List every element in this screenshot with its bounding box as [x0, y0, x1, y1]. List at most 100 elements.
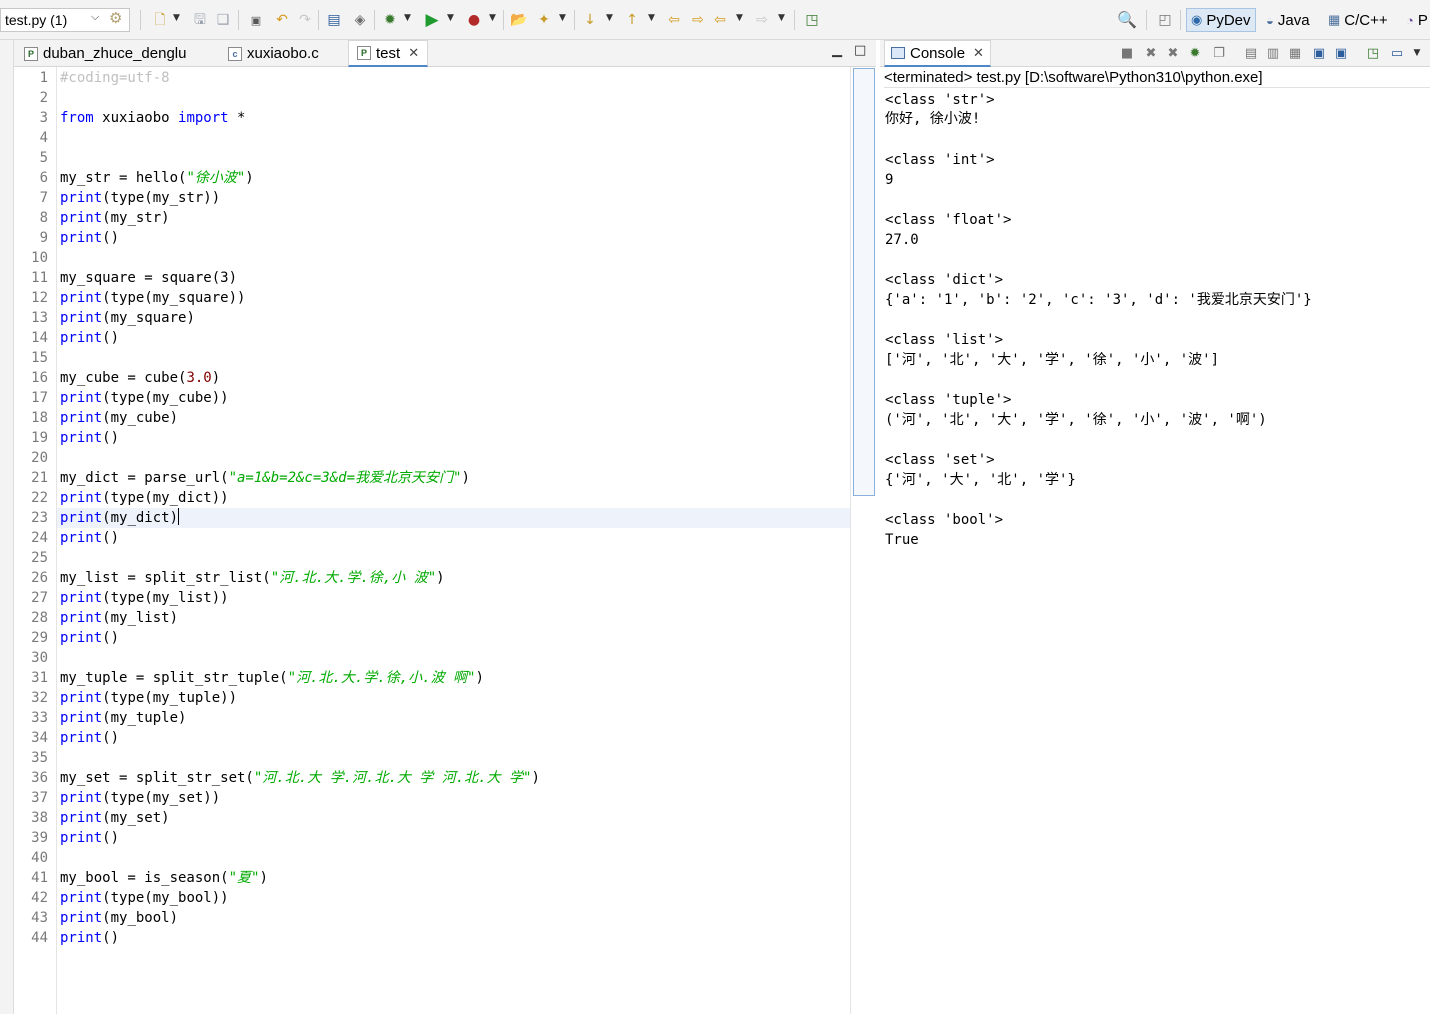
- tab-console[interactable]: Console ✕: [884, 40, 991, 67]
- close-icon[interactable]: ✕: [408, 45, 419, 61]
- output-line: True: [885, 532, 919, 548]
- package-icon[interactable]: ◈: [350, 10, 370, 30]
- code-line: print(my_tuple): [60, 710, 187, 726]
- remove-launch-icon[interactable]: ✖: [1142, 44, 1160, 62]
- save-icon[interactable]: 🖫: [190, 10, 210, 30]
- clear-console-icon[interactable]: ▤: [1242, 44, 1260, 62]
- open-folder-icon[interactable]: 📂: [509, 10, 529, 30]
- code-line: print(): [60, 530, 120, 546]
- new-file-icon[interactable]: 🗋: [150, 10, 170, 30]
- code-line: print(my_square): [60, 310, 195, 326]
- forward-edit-icon[interactable]: ⇨: [688, 10, 708, 30]
- prev-annotation-icon[interactable]: ↑: [622, 10, 642, 30]
- output-line: <class 'int'>: [885, 152, 995, 168]
- debug-icon[interactable]: ✹: [380, 10, 400, 30]
- chevron-down-icon[interactable]: ▼: [736, 13, 743, 23]
- scrollbar-thumb[interactable]: [853, 68, 875, 496]
- code-line: my_list = split_str_list("河.北.大.学.徐,小 波"…: [60, 570, 445, 586]
- line-number: 11: [31, 270, 48, 286]
- tab-duban-zhuce-denglu[interactable]: P duban_zhuce_denglu: [16, 40, 186, 67]
- remove-all-icon[interactable]: ✖: [1164, 44, 1182, 62]
- line-number: 15: [31, 350, 48, 366]
- open-perspective-icon[interactable]: ◰: [1155, 10, 1175, 30]
- display-console-icon[interactable]: ▭: [1388, 44, 1406, 62]
- save-all-icon[interactable]: ❑: [213, 10, 233, 30]
- terminal-icon[interactable]: ▤: [324, 10, 344, 30]
- text-caret: [178, 508, 180, 525]
- line-number: 13: [31, 310, 48, 326]
- line-number: 22: [31, 490, 48, 506]
- back-icon[interactable]: ⇦: [710, 10, 730, 30]
- chevron-down-icon[interactable]: ▼: [606, 13, 613, 23]
- code-line: print(): [60, 730, 120, 746]
- show-on-error-icon[interactable]: ▣: [1332, 44, 1350, 62]
- search-icon[interactable]: 🔍: [1117, 10, 1137, 30]
- show-on-output-icon[interactable]: ▣: [1310, 44, 1328, 62]
- code-line: print(type(my_cube)): [60, 390, 229, 406]
- maximize-icon[interactable]: □: [854, 43, 866, 58]
- output-line: <class 'float'>: [885, 212, 1012, 228]
- output-line: ('河', '北', '大', '学', '徐', '小', '波', '啊'): [885, 412, 1267, 428]
- undo-icon[interactable]: ↶: [272, 10, 292, 30]
- line-number: 10: [31, 250, 48, 266]
- run-icon[interactable]: ▶: [422, 10, 442, 30]
- forward-icon[interactable]: ⇨: [752, 10, 772, 30]
- close-icon[interactable]: ✕: [973, 45, 984, 61]
- next-annotation-icon[interactable]: ↓: [580, 10, 600, 30]
- editor-scrollbar[interactable]: [850, 67, 876, 1014]
- code-line: my_dict = parse_url("a=1&b=2&c=3&d=我爱北京天…: [60, 470, 470, 486]
- copy-icon[interactable]: ❐: [1210, 44, 1228, 62]
- line-number: 7: [39, 190, 48, 206]
- console-tab-bar: Console ✕ ■ ✖ ✖ ✹ ❐ ▤ ▥ ▦ ▣ ▣ ◳ ▭ ▼: [880, 40, 1430, 67]
- perspective-java[interactable]: ◒ Java: [1262, 8, 1314, 32]
- perspective-pydev[interactable]: ◉ PyDev: [1186, 8, 1256, 32]
- code-editor[interactable]: 1 2 3 4 5 6 7 8 9 10 11 12 13 14 15 16 1…: [14, 67, 876, 1014]
- coverage-icon[interactable]: ●: [464, 10, 484, 30]
- wand-icon[interactable]: ✦: [534, 10, 554, 30]
- word-wrap-icon[interactable]: ▦: [1286, 44, 1304, 62]
- code-line-current: print(my_dict): [60, 508, 180, 526]
- gear-icon[interactable]: ⚙: [109, 9, 122, 27]
- line-number: 43: [31, 910, 48, 926]
- minimize-icon[interactable]: ▁: [832, 43, 842, 58]
- toolbar-separator: [318, 10, 319, 30]
- chevron-down-icon[interactable]: ▼: [173, 13, 180, 23]
- perspective-cpp[interactable]: ▦ C/C++: [1324, 8, 1392, 32]
- output-line: <class 'dict'>: [885, 272, 1004, 288]
- tab-test[interactable]: P test ✕: [348, 40, 428, 67]
- pin-console-icon[interactable]: ◳: [1364, 44, 1382, 62]
- run-config-selector[interactable]: test.py (1) ⌵ ⚙: [0, 8, 130, 32]
- chevron-down-icon[interactable]: ▼: [489, 13, 496, 23]
- chevron-down-icon[interactable]: ▼: [648, 13, 655, 23]
- perspective-other[interactable]: ◔ P: [1402, 8, 1430, 32]
- redo-icon[interactable]: ↷: [295, 10, 315, 30]
- last-edit-icon[interactable]: ⇦: [664, 10, 684, 30]
- output-line: <class 'list'>: [885, 332, 1004, 348]
- scroll-lock-icon[interactable]: ▥: [1264, 44, 1282, 62]
- code-line: my_cube = cube(3.0): [60, 370, 221, 386]
- line-number: 28: [31, 610, 48, 626]
- toolbar-separator: [503, 10, 504, 30]
- line-number: 4: [39, 130, 48, 146]
- code-line: my_tuple = split_str_tuple("河.北.大.学.徐,小.…: [60, 670, 484, 686]
- python-file-icon: P: [24, 46, 38, 61]
- toolbar-separator: [1146, 10, 1147, 30]
- chevron-down-icon[interactable]: ▼: [447, 13, 454, 23]
- line-number: 18: [31, 410, 48, 426]
- line-number: 27: [31, 590, 48, 606]
- tab-xuxiaobo-c[interactable]: c xuxiaobo.c: [220, 40, 319, 67]
- chevron-down-icon[interactable]: ▼: [559, 13, 566, 23]
- chevron-down-icon[interactable]: ▼: [1408, 44, 1426, 62]
- pin-editor-icon[interactable]: ◳: [802, 10, 822, 30]
- output-line: <class 'set'>: [885, 452, 995, 468]
- chevron-down-icon[interactable]: ▼: [778, 13, 785, 23]
- console-pane: Console ✕ ■ ✖ ✖ ✹ ❐ ▤ ▥ ▦ ▣ ▣ ◳ ▭ ▼ <ter…: [880, 40, 1430, 1014]
- terminate-icon[interactable]: ■: [1118, 44, 1136, 62]
- binary-icon[interactable]: ▣: [246, 10, 266, 30]
- line-number: 26: [31, 570, 48, 586]
- console-icon: [891, 47, 905, 59]
- chevron-down-icon[interactable]: ▼: [404, 13, 411, 23]
- debug-console-icon[interactable]: ✹: [1186, 44, 1204, 62]
- toolbar-separator: [794, 10, 795, 30]
- chevron-down-icon[interactable]: ⌵: [91, 11, 99, 24]
